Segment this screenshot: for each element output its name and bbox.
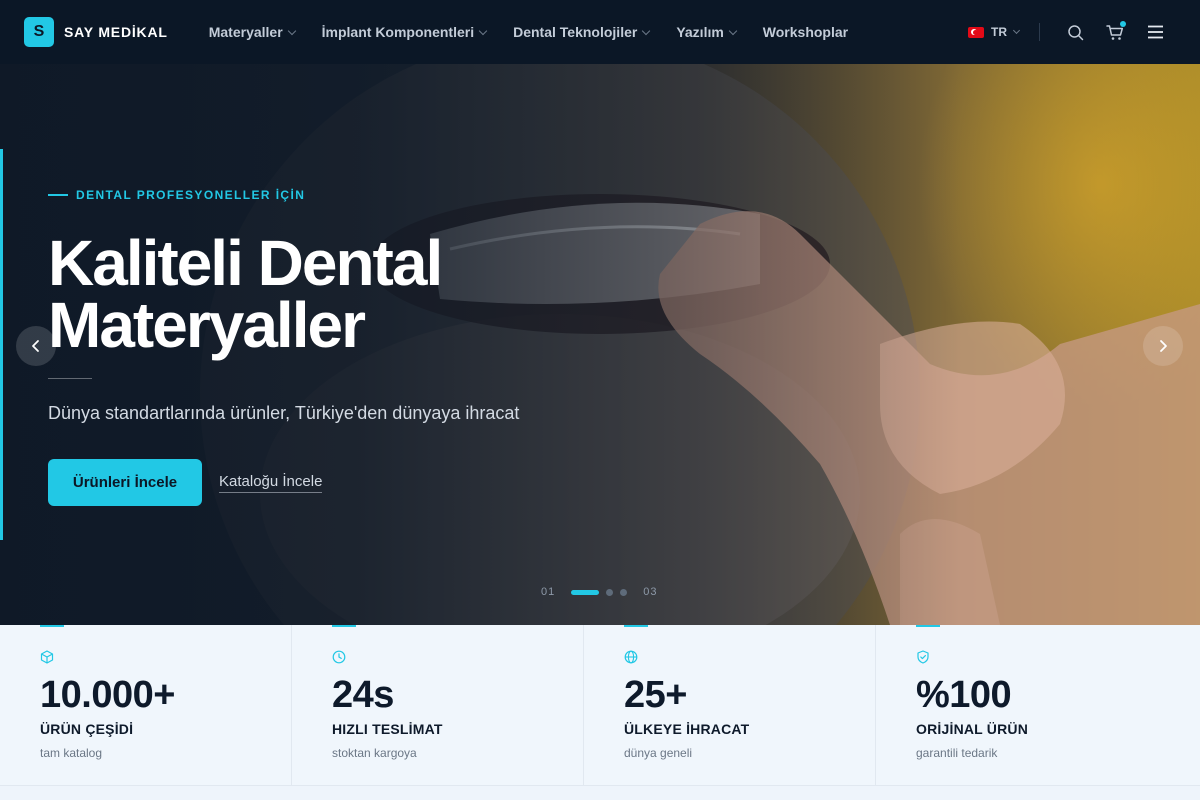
hero-slider: DENTAL PROFESYONELLER İÇİN Kaliteli Dent…	[0, 64, 1200, 625]
stat-card: 10.000+ ÜRÜN ÇEŞİDİ tam katalog	[0, 625, 292, 786]
stat-label: ÜRÜN ÇEŞİDİ	[40, 721, 134, 737]
hero-divider	[48, 378, 92, 379]
logo-mark: S	[24, 17, 54, 47]
slider-next-button[interactable]	[1143, 326, 1183, 366]
header-actions: TR	[968, 0, 1166, 64]
stat-caption: stoktan kargoya	[332, 746, 417, 760]
nav-item-implant-komponentleri[interactable]: İmplant Komponentleri	[321, 24, 488, 40]
stat-accent-line	[332, 625, 356, 627]
stat-card: 24s HIZLI TESLİMAT stoktan kargoya	[292, 625, 584, 786]
main-nav: Materyaller İmplant Komponentleri Dental…	[209, 24, 875, 40]
slider-pagination: 01 03	[541, 586, 658, 598]
brand-logo[interactable]: S SAY MEDİKAL	[24, 17, 168, 47]
slider-prev-button[interactable]	[16, 326, 56, 366]
chevron-down-icon	[1012, 26, 1021, 35]
brand-name: SAY MEDİKAL	[64, 24, 168, 40]
slide-current-number: 01	[541, 586, 556, 598]
menu-button[interactable]	[1144, 21, 1166, 43]
box-icon	[40, 650, 54, 664]
shield-check-icon	[917, 650, 929, 664]
stat-card: %100 ORİJİNAL ÜRÜN garantili tedarik	[876, 625, 1200, 786]
hero-accent-bar	[0, 149, 3, 540]
hero-subtitle: Dünya standartlarında ürünler, Türkiye'd…	[48, 403, 520, 423]
hero-title: Kaliteli Dental Materyaller	[48, 227, 443, 361]
view-catalog-link[interactable]: Kataloğu İncele	[219, 473, 323, 493]
stat-caption: garantili tedarik	[916, 746, 998, 760]
stat-value: 25+	[624, 674, 687, 716]
nav-item-label: Workshoplar	[762, 24, 849, 40]
stat-label: ÜLKEYE İHRACAT	[624, 721, 750, 737]
search-button[interactable]	[1064, 21, 1086, 43]
language-selector[interactable]: TR	[968, 25, 1021, 39]
hero-actions: Ürünleri İncele Kataloğu İncele	[48, 459, 608, 506]
chevron-down-icon	[478, 26, 488, 35]
stat-caption: dünya geneli	[624, 746, 693, 760]
eyebrow-line	[48, 194, 68, 196]
site-header: S SAY MEDİKAL Materyaller İmplant Kompon…	[0, 0, 1200, 64]
slide-total-number: 03	[643, 586, 658, 598]
nav-item-yazilim[interactable]: Yazılım	[676, 24, 738, 40]
cart-button[interactable]	[1104, 21, 1126, 43]
stat-accent-line	[624, 625, 648, 627]
stat-accent-line	[916, 625, 940, 627]
language-code: TR	[991, 25, 1007, 39]
stat-accent-line	[40, 625, 64, 627]
chevron-down-icon	[728, 26, 738, 35]
nav-item-label: Yazılım	[676, 24, 724, 40]
stat-label: ORİJİNAL ÜRÜN	[916, 721, 1029, 737]
nav-item-label: İmplant Komponentleri	[321, 24, 475, 40]
menu-icon	[1147, 25, 1163, 39]
clock-icon	[332, 650, 346, 664]
stat-label: HIZLI TESLİMAT	[332, 721, 443, 737]
nav-item-label: Materyaller	[208, 24, 283, 40]
globe-icon	[624, 650, 638, 664]
slide-dot-active[interactable]	[571, 589, 600, 595]
view-products-button[interactable]: Ürünleri İncele	[48, 459, 202, 506]
chevron-down-icon	[642, 26, 651, 35]
slide-dot[interactable]	[606, 588, 614, 596]
hero-content: DENTAL PROFESYONELLER İÇİN Kaliteli Dent…	[48, 188, 608, 506]
hero-eyebrow: DENTAL PROFESYONELLER İÇİN	[48, 188, 608, 202]
stat-value: 10.000+	[40, 674, 175, 716]
eyebrow-text: DENTAL PROFESYONELLER İÇİN	[76, 188, 306, 202]
nav-item-workshoplar[interactable]: Workshoplar	[763, 24, 848, 40]
nav-item-label: Dental Teknolojiler	[513, 24, 638, 40]
stat-card: 25+ ÜLKEYE İHRACAT dünya geneli	[584, 625, 876, 786]
chevron-left-icon	[32, 340, 39, 352]
header-divider	[1039, 23, 1040, 41]
turkey-flag-icon	[968, 26, 984, 38]
stat-value: %100	[916, 674, 1012, 716]
chevron-right-icon	[1160, 340, 1167, 352]
slide-dot[interactable]	[620, 588, 628, 596]
cart-badge	[1120, 21, 1126, 27]
nav-item-dental-teknolojiler[interactable]: Dental Teknolojiler	[513, 24, 651, 40]
stat-value: 24s	[332, 674, 394, 716]
stat-caption: tam katalog	[40, 746, 103, 760]
nav-item-materyaller[interactable]: Materyaller	[208, 24, 296, 40]
stats-bar: 10.000+ ÜRÜN ÇEŞİDİ tam katalog 24s HIZL…	[0, 625, 1200, 786]
chevron-down-icon	[287, 26, 296, 35]
search-icon	[1067, 24, 1083, 40]
